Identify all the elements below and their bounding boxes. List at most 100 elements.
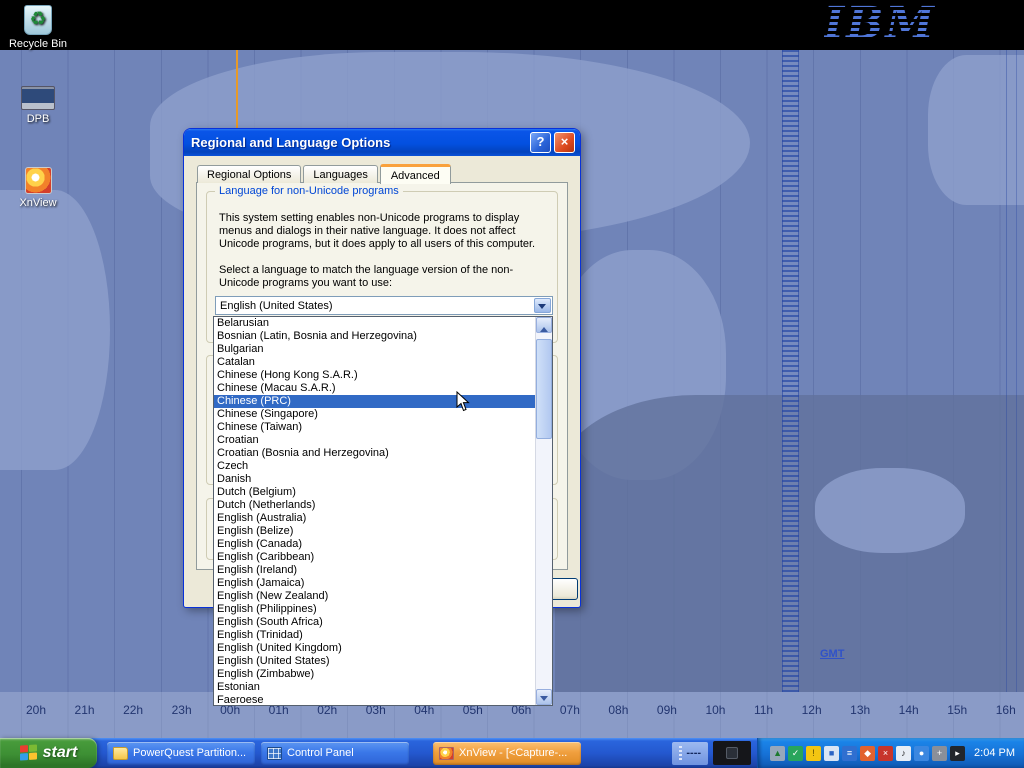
hour-label: 11h — [754, 703, 773, 717]
list-item[interactable]: English (United States) — [214, 655, 535, 668]
list-item-selected[interactable]: Chinese (PRC) — [214, 395, 535, 408]
drag-handle-icon[interactable] — [679, 746, 682, 761]
deskband-toolbar[interactable]: ---- — [672, 742, 708, 765]
desktop-icon-label: Recycle Bin — [2, 38, 74, 50]
hour-label: 21h — [75, 703, 95, 717]
start-button[interactable]: start — [0, 738, 97, 768]
groupbox-caption: Language for non-Unicode programs — [215, 185, 403, 197]
list-item[interactable]: Croatian (Bosnia and Herzegovina) — [214, 447, 535, 460]
xnview-icon — [439, 747, 454, 760]
xnview-icon — [25, 167, 52, 194]
hour-label: 07h — [560, 703, 580, 717]
list-item[interactable]: English (Trinidad) — [214, 629, 535, 642]
taskbar-button-powerquest[interactable]: PowerQuest Partition... — [107, 742, 255, 765]
hour-label: 12h — [802, 703, 822, 717]
tab-languages[interactable]: Languages — [303, 165, 377, 183]
list-item[interactable]: Danish — [214, 473, 535, 486]
list-item[interactable]: Bosnian (Latin, Bosnia and Herzegovina) — [214, 330, 535, 343]
toolbar-black-segment[interactable] — [713, 741, 751, 765]
folder-icon — [113, 747, 128, 760]
control-panel-icon — [267, 747, 282, 760]
list-item[interactable]: Catalan — [214, 356, 535, 369]
list-item[interactable]: English (Philippines) — [214, 603, 535, 616]
desktop-icon-label: XnView — [2, 197, 74, 209]
desktop-icon-xnview[interactable]: XnView — [2, 167, 74, 209]
list-item[interactable]: English (Zimbabwe) — [214, 668, 535, 681]
list-item[interactable]: English (Belize) — [214, 525, 535, 538]
desktop-icon-dpb[interactable]: DPB — [2, 86, 74, 125]
hour-label: 23h — [172, 703, 192, 717]
list-item[interactable]: English (Jamaica) — [214, 577, 535, 590]
list-item[interactable]: Czech — [214, 460, 535, 473]
tab-advanced[interactable]: Advanced — [380, 164, 451, 184]
desktop-icon-recycle-bin[interactable]: ♻ Recycle Bin — [2, 5, 74, 50]
task-button-label: Control Panel — [287, 747, 354, 759]
chevron-down-icon[interactable] — [534, 298, 551, 313]
list-item[interactable]: Dutch (Netherlands) — [214, 499, 535, 512]
power-icon[interactable]: ▸ — [950, 746, 965, 761]
taskbar-button-control-panel[interactable]: Control Panel — [261, 742, 409, 765]
display-icon[interactable]: ≡ — [842, 746, 857, 761]
gmt-label: GMT — [820, 648, 844, 660]
scrollbar[interactable] — [535, 317, 552, 705]
current-time-marker — [236, 50, 238, 130]
list-item[interactable]: English (New Zealand) — [214, 590, 535, 603]
taskbar-button-xnview[interactable]: XnView - [<Capture-... — [433, 742, 581, 765]
description-text: This system setting enables non-Unicode … — [219, 212, 549, 251]
error-status-icon[interactable]: × — [878, 746, 893, 761]
list-item[interactable]: Dutch (Belgium) — [214, 486, 535, 499]
list-item[interactable]: English (United Kingdom) — [214, 642, 535, 655]
scrollbar-thumb[interactable] — [536, 339, 552, 439]
hour-label: 13h — [850, 703, 870, 717]
help-button[interactable]: ? — [530, 132, 551, 153]
list-item[interactable]: Chinese (Singapore) — [214, 408, 535, 421]
hour-label: 09h — [657, 703, 677, 717]
tab-strip: Regional Options Languages Advanced — [197, 164, 453, 183]
list-item[interactable]: English (Ireland) — [214, 564, 535, 577]
list-item[interactable]: Belarusian — [214, 317, 535, 330]
list-item[interactable]: Faeroese — [214, 694, 535, 705]
laptop-icon — [21, 86, 55, 110]
task-button-label: XnView - [<Capture-... — [459, 747, 567, 759]
hour-label: 10h — [705, 703, 725, 717]
list-item[interactable]: English (Australia) — [214, 512, 535, 525]
recycle-bin-icon: ♻ — [24, 5, 52, 35]
dropdown-items: Belarusian Bosnian (Latin, Bosnia and He… — [214, 317, 535, 705]
scroll-down-icon[interactable] — [536, 689, 552, 705]
list-item[interactable]: Chinese (Hong Kong S.A.R.) — [214, 369, 535, 382]
tray-clock: 2:04 PM — [974, 747, 1015, 759]
list-item[interactable]: Bulgarian — [214, 343, 535, 356]
list-item[interactable]: English (South Africa) — [214, 616, 535, 629]
desktop: GMT 20h 21h 22h 23h 00h 01h 02h 03h 04h … — [0, 0, 1024, 768]
antivirus-icon[interactable]: ✓ — [788, 746, 803, 761]
list-item[interactable]: Estonian — [214, 681, 535, 694]
utility-icon[interactable]: + — [932, 746, 947, 761]
hour-label: 16h — [996, 703, 1016, 717]
close-button[interactable]: × — [554, 132, 575, 153]
list-item[interactable]: English (Canada) — [214, 538, 535, 551]
security-warning-icon[interactable]: ! — [806, 746, 821, 761]
volume-icon[interactable]: ♪ — [896, 746, 911, 761]
language-combobox[interactable]: English (United States) — [215, 296, 553, 315]
list-item[interactable]: Chinese (Taiwan) — [214, 421, 535, 434]
dateline-hatch-band — [782, 50, 799, 692]
start-label: start — [43, 744, 78, 762]
list-item[interactable]: English (Caribbean) — [214, 551, 535, 564]
list-item[interactable]: Chinese (Macau S.A.R.) — [214, 382, 535, 395]
language-dropdown-list: Belarusian Bosnian (Latin, Bosnia and He… — [213, 316, 553, 706]
toolbar-icon — [726, 747, 738, 759]
scroll-up-icon[interactable] — [536, 317, 552, 333]
hour-label: 20h — [26, 703, 46, 717]
map-landmass — [815, 468, 965, 553]
network-icon[interactable]: ■ — [824, 746, 839, 761]
desktop-icon-label: DPB — [2, 113, 74, 125]
safely-remove-icon[interactable]: ▲ — [770, 746, 785, 761]
list-item[interactable]: Croatian — [214, 434, 535, 447]
tab-regional-options[interactable]: Regional Options — [197, 165, 301, 183]
map-landmass — [0, 190, 110, 470]
scheduler-icon[interactable]: ◆ — [860, 746, 875, 761]
dialog-titlebar: Regional and Language Options ? × — [184, 129, 580, 156]
update-icon[interactable]: ● — [914, 746, 929, 761]
task-button-label: PowerQuest Partition... — [133, 747, 246, 759]
map-meridian-line — [1016, 50, 1017, 692]
